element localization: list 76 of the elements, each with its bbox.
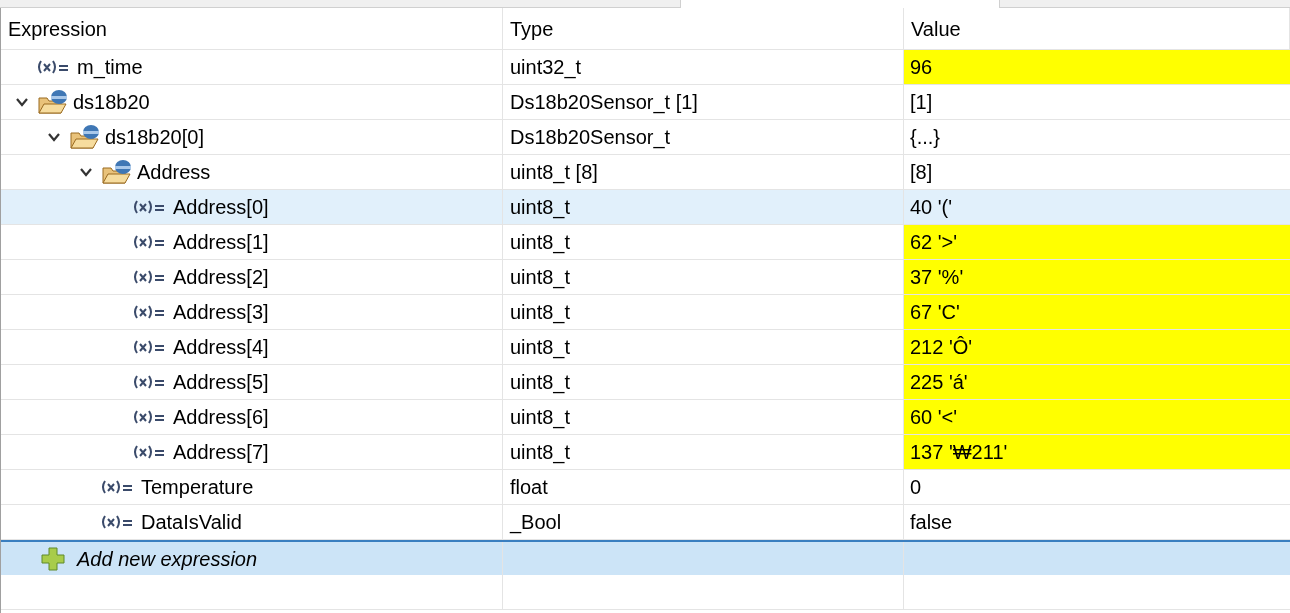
add-expression-row[interactable]: Add new expression <box>1 540 1290 575</box>
tree-row[interactable]: DataIsValid _Bool false <box>1 505 1290 540</box>
variable-icon <box>37 59 71 75</box>
expression-name: Address[0] <box>173 195 269 220</box>
expression-name: Address[3] <box>173 300 269 325</box>
type-text: uint8_t <box>510 335 571 361</box>
tree-row[interactable]: ds18b20[0] Ds18b20Sensor_t {...} <box>1 120 1290 155</box>
type-text: Ds18b20Sensor_t [1] <box>510 90 698 116</box>
value-cell: 96 <box>904 50 1290 84</box>
column-header[interactable]: Value <box>904 8 1290 49</box>
variable-icon <box>133 374 167 390</box>
tree-row[interactable]: Address[6] uint8_t 60 '<' <box>1 400 1290 435</box>
value-cell: 60 '<' <box>904 400 1290 434</box>
folder-icon <box>69 123 101 151</box>
value-cell-text: [8] <box>909 160 934 185</box>
type-text: uint32_t <box>510 55 582 81</box>
value-cell: 225 'á' <box>904 365 1290 399</box>
expression-name: Address[6] <box>173 405 269 430</box>
variable-icon <box>101 514 135 530</box>
value-cell-text: 40 '(' <box>909 195 954 220</box>
variable-icon <box>133 199 167 215</box>
type-text: uint8_t <box>510 440 571 466</box>
folder-icon <box>101 158 133 186</box>
variable-icon <box>133 269 167 285</box>
tree-row[interactable]: m_time uint32_t 96 <box>1 50 1290 85</box>
tree-row[interactable]: Address[3] uint8_t 67 'C' <box>1 295 1290 330</box>
tree-row[interactable]: Address[1] uint8_t 62 '>' <box>1 225 1290 260</box>
expression-name: Address[1] <box>173 230 269 255</box>
variable-icon <box>133 339 167 355</box>
tree-row[interactable]: Address[5] uint8_t 225 'á' <box>1 365 1290 400</box>
folder-icon <box>37 88 69 116</box>
tree-row[interactable]: Address[4] uint8_t 212 'Ô' <box>1 330 1290 365</box>
variable-icon <box>133 409 167 425</box>
type-text: uint8_t <box>510 300 571 326</box>
value-cell-text: 0 <box>909 475 923 500</box>
type-text: uint8_t <box>510 265 571 291</box>
type-text: uint8_t <box>510 230 571 256</box>
type-text: uint8_t <box>510 405 571 431</box>
tree-row[interactable]: Temperature float 0 <box>1 470 1290 505</box>
tree-row[interactable]: Address[0] uint8_t 40 '(' <box>1 190 1290 225</box>
type-text: Ds18b20Sensor_t <box>510 125 671 151</box>
expression-name: Address <box>137 160 211 185</box>
expression-name: m_time <box>77 55 143 81</box>
variable-icon <box>133 234 167 250</box>
value-cell-text: {...} <box>909 125 942 150</box>
value-cell: 37 '%' <box>904 260 1290 294</box>
expression-name: Address[7] <box>173 440 269 465</box>
tree-row[interactable]: Address uint8_t [8] [8] <box>1 155 1290 190</box>
expression-name: Address[2] <box>173 265 269 290</box>
type-text: uint8_t [8] <box>510 160 598 186</box>
value-cell: 67 'C' <box>904 295 1290 329</box>
variable-icon <box>101 479 135 495</box>
tree-row[interactable]: Address[2] uint8_t 37 '%' <box>1 260 1290 295</box>
value-cell: 62 '>' <box>904 225 1290 259</box>
type-text: uint8_t <box>510 370 571 396</box>
type-text: float <box>510 475 548 500</box>
expression-name: DataIsValid <box>141 510 242 535</box>
expression-name: ds18b20 <box>73 90 150 115</box>
tree-row[interactable]: ds18b20 Ds18b20Sensor_t [1] [1] <box>1 85 1290 120</box>
tree-row[interactable]: Address[7] uint8_t 137 '₩211' <box>1 435 1290 470</box>
plus-icon <box>41 546 65 571</box>
value-cell: 137 '₩211' <box>904 435 1290 469</box>
value-cell-text: [1] <box>909 90 934 115</box>
column-header[interactable]: Expression <box>1 8 503 49</box>
variable-icon <box>133 304 167 320</box>
expression-name: Address[5] <box>173 370 269 395</box>
value-cell-text: false <box>909 510 954 535</box>
type-text: uint8_t <box>510 195 571 221</box>
expression-name: ds18b20[0] <box>105 125 204 150</box>
add-expression-label: Add new expression <box>77 546 258 572</box>
expression-name: Temperature <box>141 475 254 500</box>
type-text: _Bool <box>510 510 562 536</box>
expression-name: Address[4] <box>173 335 269 360</box>
variable-icon <box>133 444 167 460</box>
value-cell: 212 'Ô' <box>904 330 1290 364</box>
column-header[interactable]: Type <box>503 8 904 49</box>
